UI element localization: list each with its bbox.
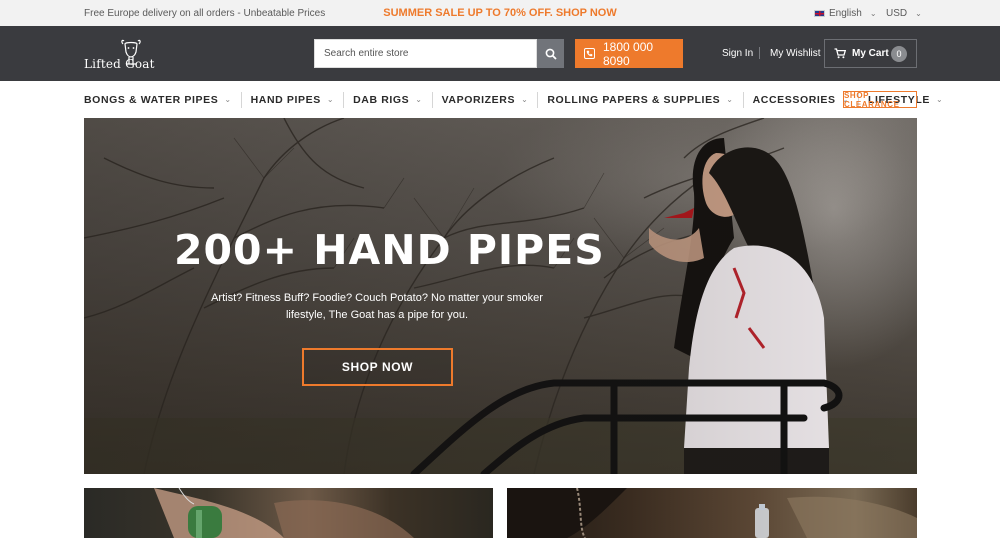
category-tile-accessories[interactable] [507, 488, 917, 538]
nav-item-label: ACCESSORIES [752, 93, 836, 106]
nav-item-hand-pipes[interactable]: HAND PIPES ⌄ [240, 91, 344, 108]
nav-item-label: DAB RIGS [353, 93, 410, 106]
chevron-down-icon: ⌄ [224, 95, 232, 104]
search-icon [545, 48, 557, 60]
cart-button[interactable]: My Cart 0 [824, 39, 917, 68]
tile-image [154, 488, 414, 538]
delivery-notice: Free Europe delivery on all orders - Unb… [84, 8, 326, 19]
site-logo[interactable]: Lifted Goat [84, 38, 176, 72]
search-bar [314, 39, 564, 68]
language-selector[interactable]: English ⌄ [814, 8, 877, 19]
nav-item-label: VAPORIZERS [441, 93, 516, 106]
cart-count-badge: 0 [891, 46, 907, 62]
nav-item-accessories[interactable]: ACCESSORIES ⌄ [742, 91, 858, 108]
nav-item-vaporizers[interactable]: VAPORIZERS ⌄ [431, 91, 538, 108]
nav-item-label: ROLLING PAPERS & SUPPLIES [547, 93, 721, 106]
chevron-down-icon: ⌄ [521, 95, 529, 104]
category-tile-bongs[interactable] [84, 488, 493, 538]
hero-title: 200+ HAND PIPES [174, 226, 605, 274]
currency-selector[interactable]: USD ⌄ [886, 8, 922, 19]
nav-item-rolling-papers[interactable]: ROLLING PAPERS & SUPPLIES ⌄ [537, 91, 742, 108]
site-header: Lifted Goat 1800 000 8090 Sign In My Wis… [0, 26, 1000, 81]
currency-label: USD [886, 8, 908, 19]
hero-banner: 200+ HAND PIPES Artist? Fitness Buff? Fo… [84, 118, 917, 474]
chevron-down-icon: ⌄ [915, 9, 922, 18]
main-navigation: BONGS & WATER PIPES ⌄ HAND PIPES ⌄ DAB RIG… [0, 81, 1000, 118]
sign-in-link[interactable]: Sign In [722, 48, 753, 59]
hero-subtitle: Artist? Fitness Buff? Foodie? Couch Pota… [211, 292, 543, 321]
cart-icon [834, 48, 846, 59]
promo-link[interactable]: SUMMER SALE UP TO 70% OFF. SHOP NOW [383, 7, 616, 19]
chevron-down-icon: ⌄ [869, 9, 877, 18]
phone-button[interactable]: 1800 000 8090 [575, 39, 683, 68]
search-button[interactable] [537, 39, 564, 68]
nav-item-label: HAND PIPES [250, 93, 321, 106]
nav-item-dab-rigs[interactable]: DAB RIGS ⌄ [343, 91, 431, 108]
nav-item-label: BONGS & WATER PIPES [84, 93, 219, 106]
shop-clearance-button[interactable]: SHOP CLEARANCE [843, 91, 917, 109]
phone-icon [584, 48, 595, 59]
wishlist-link[interactable]: My Wishlist [770, 48, 821, 59]
cart-label: My Cart [852, 48, 889, 59]
tile-image [507, 488, 917, 538]
search-input[interactable] [314, 39, 537, 68]
top-bar: Free Europe delivery on all orders - Unb… [0, 0, 1000, 26]
flag-uk-icon [814, 10, 825, 17]
phone-number: 1800 000 8090 [602, 39, 654, 68]
chevron-down-icon: ⌄ [726, 95, 734, 104]
logo-text: Lifted Goat [84, 57, 155, 71]
shop-now-button[interactable]: SHOP NOW [302, 348, 453, 386]
chevron-down-icon: ⌄ [415, 95, 423, 104]
header-divider [759, 47, 760, 59]
chevron-down-icon: ⌄ [935, 95, 944, 104]
language-label: English [829, 8, 862, 19]
chevron-down-icon: ⌄ [326, 95, 335, 104]
nav-item-bongs[interactable]: BONGS & WATER PIPES ⌄ [84, 92, 241, 108]
